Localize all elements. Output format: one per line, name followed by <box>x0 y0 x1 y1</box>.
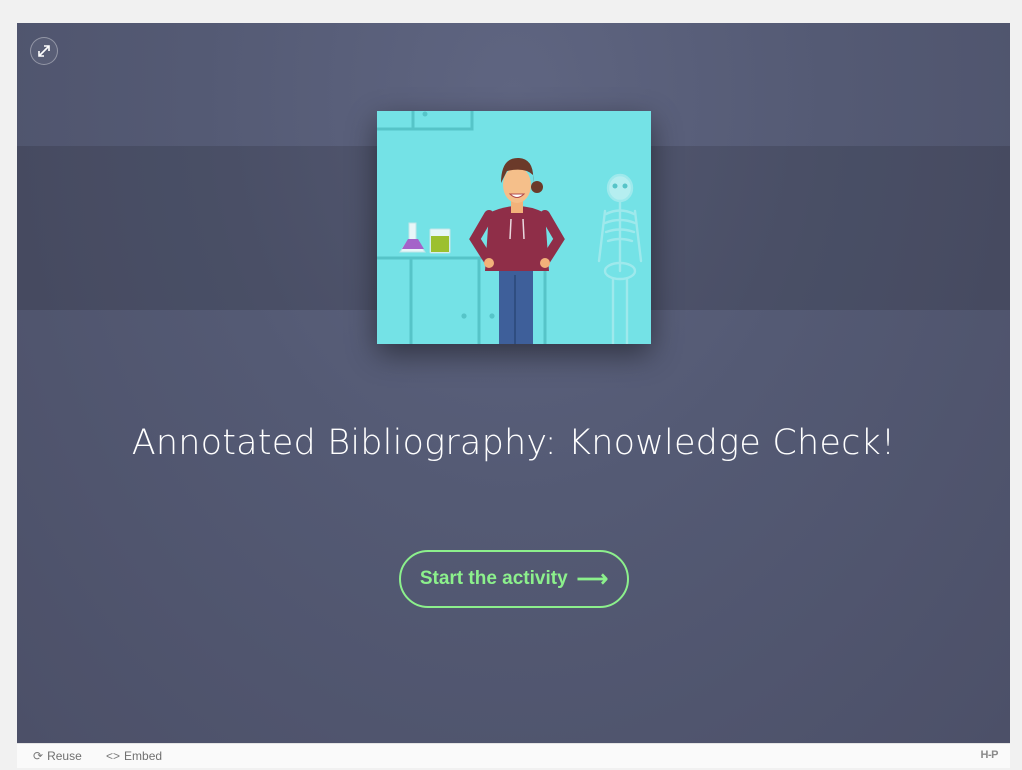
code-icon: <> <box>106 749 121 763</box>
fullscreen-button[interactable] <box>30 37 58 65</box>
page-title: Annotated Bibliography: Knowledge Check! <box>131 423 896 463</box>
start-activity-button[interactable]: Start the activity ⟶ <box>399 550 629 608</box>
fullscreen-expand-icon <box>38 45 50 57</box>
embed-button[interactable]: <> Embed <box>106 749 162 763</box>
start-button-label: Start the activity <box>419 568 568 589</box>
refresh-icon: ⟳ <box>33 749 44 763</box>
footer-bar: ⟳ Reuse <> Embed H-P <box>17 743 1010 768</box>
reuse-button[interactable]: ⟳ Reuse <box>33 749 82 763</box>
h5p-logo[interactable]: H-P <box>981 749 999 761</box>
course-presentation-frame: Annotated Bibliography: Knowledge Check!… <box>17 23 1010 743</box>
arrow-right-icon: ⟶ <box>576 566 609 591</box>
reuse-label: Reuse <box>47 749 82 763</box>
embed-label: Embed <box>124 749 163 763</box>
intro-illustration <box>377 111 651 344</box>
